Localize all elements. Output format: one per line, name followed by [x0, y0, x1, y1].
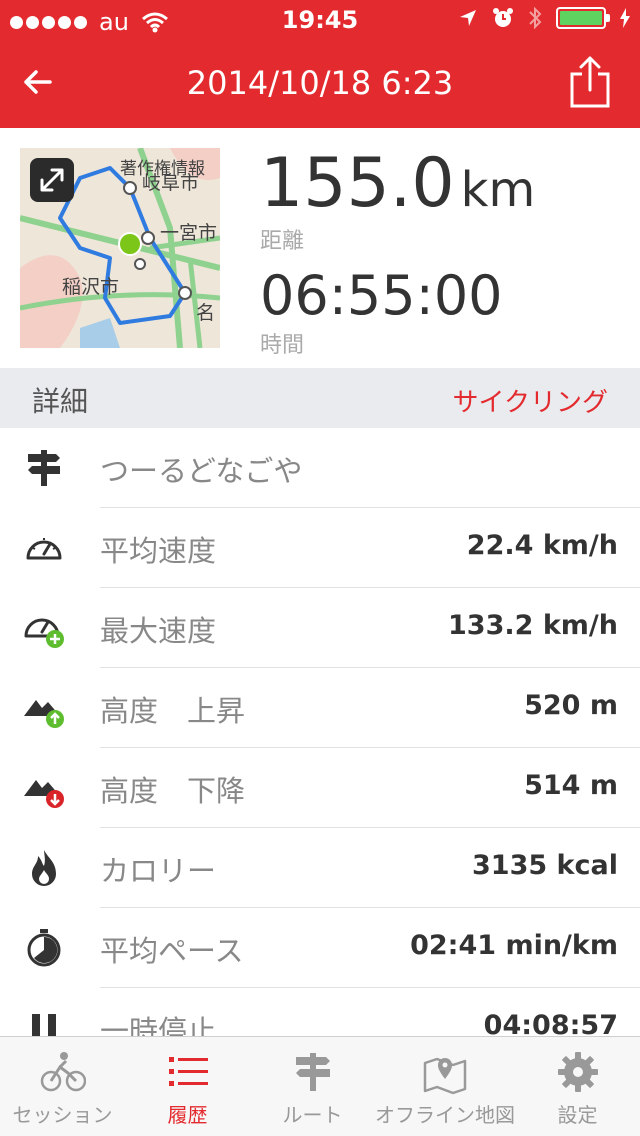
- expand-map-button[interactable]: [30, 158, 74, 202]
- battery-icon: [556, 7, 610, 29]
- row-label: 最大速度: [100, 614, 217, 648]
- tab-history[interactable]: 履歴: [125, 1037, 250, 1136]
- bluetooth-icon: [529, 6, 542, 30]
- row-value: 3135 kcal: [472, 850, 618, 881]
- page-title: 2014/10/18 6:23: [186, 64, 454, 102]
- row-label: 平均速度: [100, 534, 217, 568]
- row-value: 514 m: [524, 770, 618, 801]
- gear-icon: [557, 1052, 598, 1092]
- list-item: カロリー 3135 kcal: [0, 828, 640, 908]
- row-label: 高度 上昇: [100, 694, 246, 728]
- duration-value: 06:55:00: [260, 264, 503, 327]
- max-speed-icon: [24, 618, 64, 648]
- signpost-icon: [295, 1053, 330, 1091]
- expand-icon: [40, 168, 64, 192]
- map-pin-icon: [423, 1057, 467, 1095]
- tab-label: 設定: [557, 1103, 598, 1127]
- distance-block: 155.0 km 距離: [260, 144, 535, 255]
- list-item[interactable]: つーるどなごや: [0, 428, 640, 508]
- tab-bar: セッション 履歴 ルート オフライン地図 設定: [0, 1036, 640, 1136]
- tab-label: 履歴: [167, 1103, 208, 1127]
- list-item: 最大速度 133.2 km/h: [0, 588, 640, 668]
- distance-value: 155.0: [260, 144, 455, 223]
- tab-label: ルート: [282, 1103, 343, 1127]
- top-bar: au 19:45 2014/10/18 6:23: [0, 0, 640, 128]
- details-list: つーるどなごや 平均速度 22.4 km/h 最大速度 133.2 km/h 高…: [0, 428, 640, 1068]
- flame-icon: [32, 850, 56, 886]
- list-icon: [168, 1057, 208, 1086]
- tab-label: セッション: [12, 1103, 113, 1127]
- map-label-ichinomiya: 一宮市: [160, 222, 218, 244]
- row-value: 133.2 km/h: [448, 610, 618, 641]
- distance-label: 距離: [260, 229, 305, 254]
- elevation-down-icon: [24, 780, 64, 808]
- row-label: カロリー: [100, 854, 217, 888]
- tab-label: オフライン地図: [375, 1103, 515, 1127]
- status-bar: au 19:45: [0, 0, 640, 40]
- list-item: 平均速度 22.4 km/h: [0, 508, 640, 588]
- alarm-icon: [493, 8, 513, 27]
- row-label: 平均ペース: [100, 934, 244, 968]
- list-item: 高度 下降 514 m: [0, 748, 640, 828]
- activity-type-link[interactable]: サイクリング: [453, 382, 608, 419]
- map-label-gifu: 岐阜市: [142, 172, 200, 194]
- details-header-label: 詳細: [32, 385, 89, 418]
- duration-label: 時間: [260, 333, 305, 358]
- distance-unit: km: [460, 162, 536, 218]
- route-name: つーるどなごや: [100, 454, 303, 488]
- tab-route[interactable]: ルート: [250, 1037, 375, 1136]
- row-label: 高度 下降: [100, 774, 246, 808]
- duration-block: 06:55:00 時間: [260, 264, 503, 359]
- tab-session[interactable]: セッション: [0, 1037, 125, 1136]
- details-section-header: 詳細 サイクリング: [0, 368, 640, 428]
- tab-settings[interactable]: 設定: [515, 1037, 640, 1136]
- speedometer-icon: [26, 538, 62, 560]
- navigation-bar: 2014/10/18 6:23: [0, 40, 640, 128]
- cycling-icon: [40, 1052, 86, 1092]
- session-summary: 著作権情報 岐阜市 一宮市 稲沢市 名 155.0 km 距離 06:55:00 …: [0, 128, 640, 368]
- row-value: 22.4 km/h: [466, 530, 618, 561]
- tab-offline-map[interactable]: オフライン地図: [375, 1037, 515, 1136]
- stopwatch-icon: [27, 929, 61, 967]
- map-label-nagoya: 名: [196, 302, 216, 324]
- elevation-up-icon: [24, 700, 64, 728]
- share-icon[interactable]: [568, 54, 612, 110]
- location-arrow-icon: [460, 10, 476, 26]
- row-value: 520 m: [524, 690, 618, 721]
- row-value: 02:41 min/km: [410, 930, 618, 961]
- status-right: [458, 6, 630, 30]
- signpost-icon: [28, 450, 60, 486]
- list-item: 高度 上昇 520 m: [0, 668, 640, 748]
- charging-icon: [620, 8, 630, 28]
- route-map-thumbnail[interactable]: 著作権情報 岐阜市 一宮市 稲沢市 名: [20, 148, 220, 348]
- map-label-inazawa: 稲沢市: [62, 276, 120, 298]
- list-item: 平均ペース 02:41 min/km: [0, 908, 640, 988]
